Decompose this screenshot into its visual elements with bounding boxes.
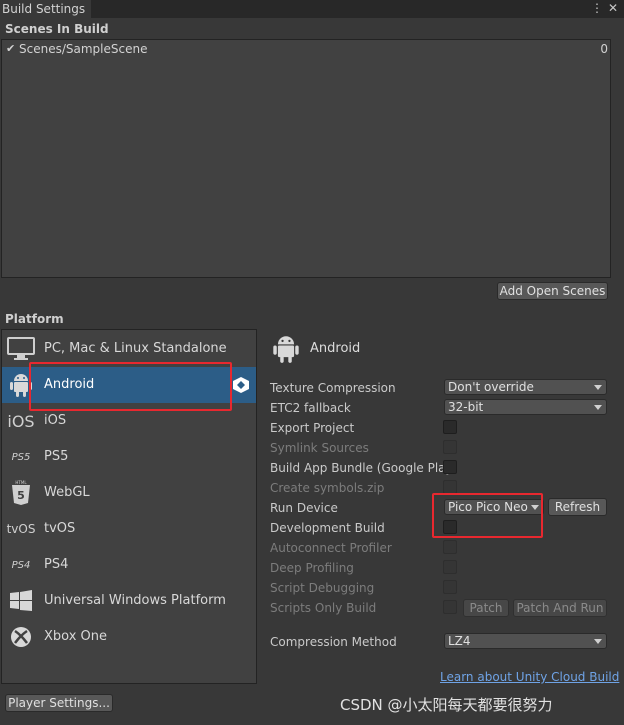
symlink-sources-checkbox[interactable] (443, 440, 457, 454)
chevron-down-icon (594, 639, 602, 644)
player-settings-button[interactable]: Player Settings... (5, 694, 113, 712)
dropdown-value: LZ4 (448, 634, 471, 648)
dropdown-value: Pico Pico Neo (448, 500, 528, 514)
ps4-icon: PS4 (11, 559, 31, 571)
svg-text:HTML: HTML (15, 480, 27, 485)
platform-item-ps5[interactable]: PS5 PS5 (2, 439, 256, 475)
platform-item-webgl[interactable]: HTML 5 WebGL (2, 475, 256, 511)
platform-item-label: PS5 (44, 449, 69, 464)
platform-item-label: iOS (44, 413, 67, 428)
platform-item-label: WebGL (44, 485, 90, 500)
compression-method-dropdown[interactable]: LZ4 (444, 633, 607, 649)
title-bar: Build Settings ⋮ ✕ (0, 0, 624, 18)
platform-item-xbox[interactable]: Xbox One (2, 619, 256, 655)
export-project-checkbox[interactable] (443, 420, 457, 434)
cloud-build-link[interactable]: Learn about Unity Cloud Build (440, 670, 619, 684)
android-icon (6, 371, 36, 399)
build-app-bundle-label: Build App Bundle (Google Play (270, 461, 453, 475)
script-debugging-label: Script Debugging (270, 581, 375, 595)
dropdown-value: Don't override (448, 380, 534, 394)
windows-icon (6, 587, 36, 615)
platform-item-label: Universal Windows Platform (44, 593, 226, 608)
platform-label: Platform (5, 312, 64, 326)
platform-item-label: PS4 (44, 557, 69, 572)
texture-compression-dropdown[interactable]: Don't override (444, 379, 607, 395)
platform-item-label: Xbox One (44, 629, 108, 644)
development-build-checkbox[interactable] (443, 520, 457, 534)
deep-profiling-label: Deep Profiling (270, 561, 354, 575)
scene-name: Scenes/SampleScene (19, 42, 148, 56)
settings-header: Android (310, 341, 361, 356)
etc2-fallback-label: ETC2 fallback (270, 401, 351, 415)
scenes-in-build-label: Scenes In Build (5, 22, 109, 36)
platform-list: PC, Mac & Linux Standalone Android iOS i… (1, 329, 257, 684)
scripts-only-build-label: Scripts Only Build (270, 601, 377, 615)
create-symbols-label: Create symbols.zip (270, 481, 385, 495)
platform-item-ios[interactable]: iOS iOS (2, 403, 256, 439)
scripts-only-build-checkbox[interactable] (443, 600, 457, 614)
deep-profiling-checkbox[interactable] (443, 560, 457, 574)
platform-item-tvos[interactable]: tvOS tvOS (2, 511, 256, 547)
script-debugging-checkbox[interactable] (443, 580, 457, 594)
scenes-list[interactable]: ✔ Scenes/SampleScene 0 (1, 39, 611, 278)
android-icon (273, 336, 299, 363)
autoconnect-profiler-checkbox[interactable] (443, 540, 457, 554)
scene-row[interactable]: ✔ Scenes/SampleScene 0 (4, 41, 608, 57)
platform-item-label: tvOS (44, 521, 76, 536)
close-icon[interactable]: ✕ (606, 0, 620, 18)
watermark: CSDN @小太阳每天都要很努力 (340, 696, 553, 714)
dropdown-value: 32-bit (448, 400, 484, 414)
platform-item-ps4[interactable]: PS4 PS4 (2, 547, 256, 583)
checkmark-icon[interactable]: ✔ (6, 41, 15, 57)
create-symbols-checkbox[interactable] (443, 480, 457, 494)
platform-item-android[interactable]: Android (2, 367, 256, 403)
patch-button[interactable]: Patch (463, 599, 509, 617)
ps5-icon: PS5 (11, 451, 31, 463)
add-open-scenes-button[interactable]: Add Open Scenes (497, 282, 608, 300)
development-build-label: Development Build (270, 521, 385, 535)
ios-icon: iOS (7, 411, 35, 431)
build-app-bundle-checkbox[interactable] (443, 460, 457, 474)
platform-item-label: Android (44, 377, 95, 392)
refresh-button[interactable]: Refresh (548, 498, 607, 516)
tvos-icon: tvOS (6, 522, 36, 536)
texture-compression-label: Texture Compression (270, 381, 396, 395)
autoconnect-profiler-label: Autoconnect Profiler (270, 541, 392, 555)
platform-item-standalone[interactable]: PC, Mac & Linux Standalone (2, 331, 256, 367)
xbox-icon (6, 623, 36, 651)
platform-item-label: PC, Mac & Linux Standalone (44, 341, 227, 356)
run-device-dropdown[interactable]: Pico Pico Neo (444, 499, 544, 515)
compression-method-label: Compression Method (270, 635, 397, 649)
patch-and-run-button[interactable]: Patch And Run (513, 599, 607, 617)
svg-text:5: 5 (17, 489, 25, 502)
chevron-down-icon (594, 405, 602, 410)
etc2-fallback-dropdown[interactable]: 32-bit (444, 399, 607, 415)
symlink-sources-label: Symlink Sources (270, 441, 369, 455)
unity-logo-icon (233, 377, 249, 393)
export-project-label: Export Project (270, 421, 355, 435)
chevron-down-icon (531, 505, 539, 510)
platform-item-uwp[interactable]: Universal Windows Platform (2, 583, 256, 619)
chevron-down-icon (594, 385, 602, 390)
more-vertical-icon[interactable]: ⋮ (590, 0, 604, 18)
window-tab[interactable]: Build Settings (0, 0, 92, 18)
monitor-icon (6, 335, 36, 363)
run-device-label: Run Device (270, 501, 338, 515)
scene-index: 0 (600, 42, 608, 56)
html5-icon: HTML 5 (6, 479, 36, 507)
